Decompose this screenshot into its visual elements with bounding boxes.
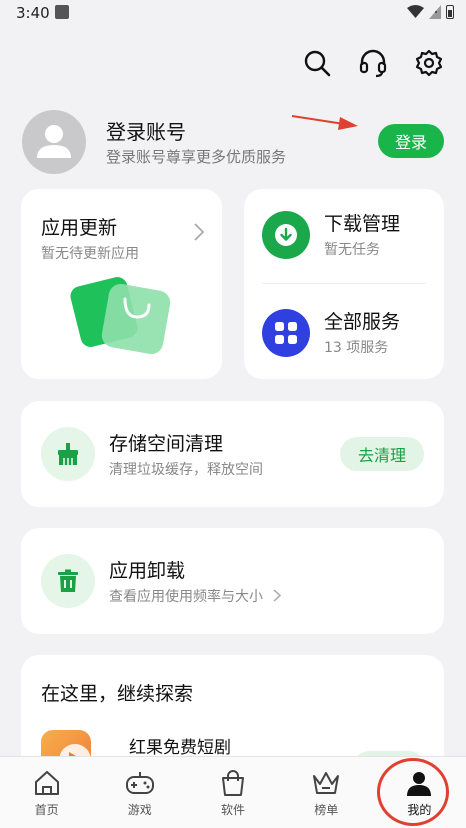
app-updates-card[interactable]: 应用更新 暂无待更新应用 xyxy=(21,189,222,379)
status-icons xyxy=(407,5,454,19)
storage-cleanup-card[interactable]: 存储空间清理 清理垃圾缓存，释放空间 去清理 xyxy=(21,401,444,507)
divider xyxy=(262,283,426,284)
grid-icon xyxy=(275,322,297,344)
annotation-arrow xyxy=(292,115,358,130)
status-time: 3:40 xyxy=(16,4,50,22)
all-services-item[interactable]: 全部服务 13 项服务 xyxy=(262,303,432,363)
app-uninstall-subtitle: 查看应用使用频率与大小 xyxy=(109,586,282,606)
clean-button[interactable]: 去清理 xyxy=(340,437,424,471)
app-uninstall-title: 应用卸载 xyxy=(109,560,186,582)
broom-icon-badge xyxy=(41,427,95,481)
download-icon-badge xyxy=(262,211,310,259)
status-bar: 3:40 xyxy=(0,0,466,28)
signal-icon xyxy=(429,5,441,19)
chevron-right-icon xyxy=(194,223,204,241)
gear-icon xyxy=(415,49,443,77)
trash-icon xyxy=(58,569,78,592)
nav-item-software[interactable]: 软件 xyxy=(186,757,279,828)
nav-label-rankings: 榜单 xyxy=(314,803,339,817)
storage-cleanup-subtitle: 清理垃圾缓存，释放空间 xyxy=(109,462,263,478)
nav-label-software: 软件 xyxy=(221,803,246,817)
nav-item-rankings[interactable]: 榜单 xyxy=(280,757,373,828)
home-icon xyxy=(34,771,59,795)
app-uninstall-card[interactable]: 应用卸载 查看应用使用频率与大小 xyxy=(21,528,444,634)
nav-label-home: 首页 xyxy=(34,803,59,817)
annotation-circle xyxy=(377,758,449,826)
nav-item-games[interactable]: 游戏 xyxy=(93,757,186,828)
download-manager-subtitle: 暂无任务 xyxy=(324,242,380,258)
gamepad-icon xyxy=(125,772,154,794)
app-update-illustration xyxy=(70,277,171,354)
nav-label-games: 游戏 xyxy=(127,803,152,817)
storage-cleanup-title: 存储空间清理 xyxy=(109,433,224,455)
customer-service-button[interactable] xyxy=(358,48,388,78)
wifi-icon xyxy=(407,5,424,18)
avatar[interactable] xyxy=(22,110,86,174)
profile-section: 登录账号 登录账号尊享更多优质服务 登录 xyxy=(22,110,444,176)
settings-button[interactable] xyxy=(414,48,444,78)
bag-icon xyxy=(222,770,244,796)
all-services-subtitle: 13 项服务 xyxy=(324,340,389,356)
trash-icon-badge xyxy=(41,554,95,608)
all-services-title: 全部服务 xyxy=(324,311,401,333)
user-placeholder-icon xyxy=(37,125,71,158)
download-manager-item[interactable]: 下载管理 暂无任务 xyxy=(262,205,432,265)
nav-item-home[interactable]: 首页 xyxy=(0,757,93,828)
grid-icon-badge xyxy=(262,309,310,357)
top-actions xyxy=(302,48,444,78)
services-card: 下载管理 暂无任务 全部服务 13 项服务 xyxy=(244,189,444,379)
download-manager-title: 下载管理 xyxy=(324,213,401,235)
crown-icon xyxy=(313,772,340,794)
app-name[interactable]: 红果免费短剧 xyxy=(129,733,231,758)
download-icon xyxy=(275,224,297,246)
app-updates-title: 应用更新 xyxy=(41,217,118,239)
explore-title: 在这里，继续探索 xyxy=(41,683,194,705)
profile-subtitle: 登录账号尊享更多优质服务 xyxy=(106,148,287,166)
headset-icon xyxy=(359,49,387,78)
app-updates-subtitle: 暂无待更新应用 xyxy=(41,246,139,262)
battery-icon xyxy=(446,5,454,19)
search-button[interactable] xyxy=(302,48,332,78)
chevron-right-icon xyxy=(273,589,282,602)
notification-icon xyxy=(55,5,69,19)
profile-title[interactable]: 登录账号 xyxy=(106,116,186,145)
broom-icon xyxy=(58,443,78,465)
search-icon xyxy=(304,50,331,77)
login-button[interactable]: 登录 xyxy=(378,124,444,158)
